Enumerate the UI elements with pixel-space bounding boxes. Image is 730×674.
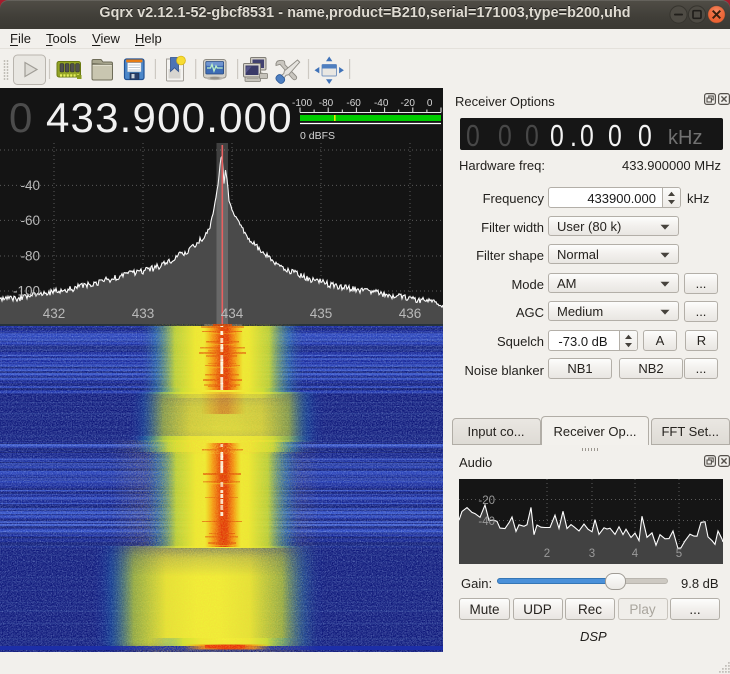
svg-text:-40: -40 — [20, 178, 40, 193]
svg-text:5: 5 — [676, 548, 682, 560]
svg-text:-40: -40 — [478, 516, 495, 528]
svg-text:3: 3 — [589, 548, 595, 560]
svg-text:434: 434 — [221, 306, 244, 321]
svg-text:-60: -60 — [20, 213, 40, 228]
svg-text:-20: -20 — [478, 495, 495, 507]
svg-text:-80: -80 — [319, 98, 334, 109]
svg-text:436: 436 — [399, 306, 422, 321]
svg-text:-20: -20 — [400, 98, 415, 109]
svg-text:4: 4 — [632, 548, 639, 560]
svg-text:-80: -80 — [20, 249, 40, 264]
svg-text:0 dBFS: 0 dBFS — [300, 130, 335, 140]
svg-text:-60: -60 — [346, 98, 361, 109]
svg-text:432: 432 — [43, 306, 66, 321]
svg-text:435: 435 — [310, 306, 333, 321]
svg-text:0: 0 — [427, 98, 433, 109]
svg-text:-100: -100 — [292, 98, 312, 109]
svg-text:433: 433 — [132, 306, 155, 321]
svg-text:2: 2 — [544, 548, 550, 560]
svg-text:-100: -100 — [13, 284, 40, 299]
svg-text:-40: -40 — [374, 98, 389, 109]
